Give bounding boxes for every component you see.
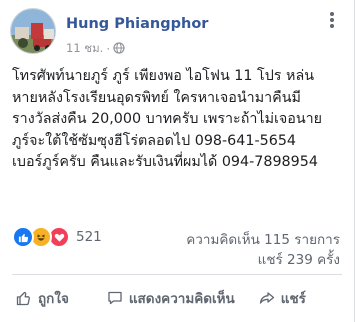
share-button[interactable]: แชร์ bbox=[259, 287, 306, 309]
more-options-icon[interactable] bbox=[324, 10, 340, 32]
globe-icon bbox=[113, 41, 125, 57]
post-stats: 521 ความคิดเห็น 115 รายการ แชร์ 239 ครั้… bbox=[12, 224, 340, 268]
thumbs-up-icon bbox=[16, 291, 30, 306]
post-text-line: ภูร์จะใต้ใช้ซัมซุงฮีโร่ตลอดไป 098-641-56… bbox=[12, 132, 297, 149]
like-icon bbox=[12, 226, 34, 248]
post-text-line: รางวัลส่งคืน 20,000 บาทครับ เพราะถ้าไม่เ… bbox=[12, 111, 323, 127]
post-header: Hung Phiangphor 11 ชม. · bbox=[10, 8, 344, 58]
avatar[interactable] bbox=[10, 8, 56, 54]
shares-count[interactable]: แชร์ 239 ครั้ง bbox=[258, 248, 340, 270]
author-name[interactable]: Hung Phiangphor bbox=[66, 16, 208, 32]
like-button[interactable]: ถูกใจ bbox=[16, 287, 69, 309]
meta-separator: · bbox=[106, 42, 110, 56]
post-text-line: เบอร์ภูร์ครับ คืนและรับเงินที่ผมได้ 094-… bbox=[12, 154, 318, 170]
share-icon bbox=[259, 292, 274, 304]
comment-button[interactable]: แสดงความคิดเห็น bbox=[107, 287, 235, 309]
like-label: ถูกใจ bbox=[38, 291, 69, 307]
post-card: Hung Phiangphor 11 ชม. · โทรศัพท์นายภูร์… bbox=[0, 0, 355, 322]
actions-divider bbox=[12, 274, 342, 275]
share-label: แชร์ bbox=[280, 291, 306, 307]
post-text-line: หายหลังโรงเรียนอุดรพิทย์ ใครหาเจอนำมาคืน… bbox=[12, 89, 301, 106]
post-body: โทรศัพท์นายภูร์ ภูร์ เพียงพอ ไอโฟน 11 โป… bbox=[12, 66, 347, 174]
post-meta: 11 ชม. · bbox=[66, 40, 125, 58]
post-time[interactable]: 11 ชม. bbox=[66, 40, 103, 58]
comment-label: แสดงความคิดเห็น bbox=[128, 291, 235, 307]
post-actions: ถูกใจ แสดงความคิดเห็น แชร์ bbox=[12, 282, 342, 314]
post-text-line: โทรศัพท์นายภูร์ ภูร์ เพียงพอ ไอโฟน 11 โป… bbox=[12, 68, 314, 84]
reactions-summary[interactable]: 521 bbox=[12, 226, 102, 248]
comment-icon bbox=[108, 291, 122, 305]
reaction-count: 521 bbox=[76, 229, 102, 245]
comments-count[interactable]: ความคิดเห็น 115 รายการ bbox=[186, 228, 340, 250]
